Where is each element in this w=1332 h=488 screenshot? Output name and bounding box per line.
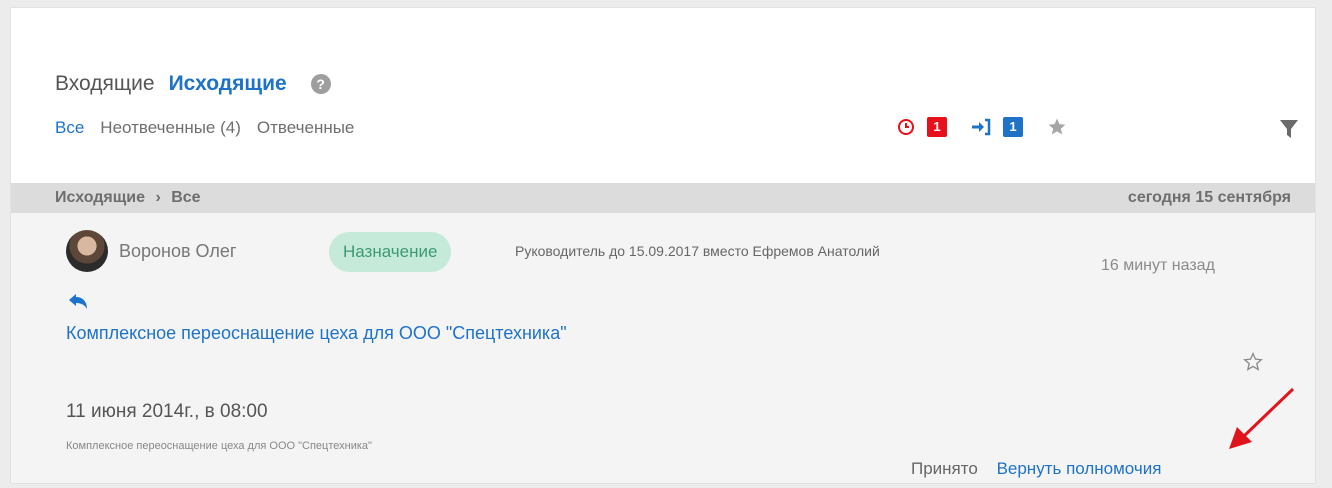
clock-icon[interactable] [897,118,915,136]
revoke-authority-button[interactable]: Вернуть полномочия [997,459,1162,478]
annotation-arrow [1225,387,1297,458]
avatar [66,230,108,272]
message-note: Комплексное переоснащение цеха для ООО "… [66,440,372,452]
breadcrumb-bar: Исходящие › Все сегодня 15 сентября [11,183,1315,213]
breadcrumb: Исходящие › Все [55,189,201,207]
message-description: Руководитель до 15.09.2017 вместо Ефремо… [515,243,880,259]
help-icon[interactable]: ? [310,74,331,94]
indicators: 1 1 [897,117,1067,137]
accepted-button[interactable]: Принято [911,459,978,478]
breadcrumb-section[interactable]: Исходящие [55,189,145,206]
overdue-count-badge: 1 [927,117,947,137]
author-name[interactable]: Воронов Олег [119,241,236,262]
tab-incoming[interactable]: Входящие [55,72,155,96]
star-outline-icon[interactable] [1243,352,1263,377]
sign-in-icon[interactable] [971,118,991,136]
inbox-panel: Входящие Исходящие ? Все Неотвеченные (4… [10,7,1316,484]
message-date: 11 июня 2014г., в 08:00 [66,401,268,422]
filter-links: Все Неотвеченные (4) Отвеченные [55,118,370,138]
message-subject[interactable]: Комплексное переоснащение цеха для ООО "… [66,323,567,344]
message-time: 16 минут назад [1101,257,1215,274]
filter-icon[interactable] [1279,118,1299,145]
mail-tabs: Входящие Исходящие ? [55,72,331,96]
message-actions: Принято Вернуть полномочия [911,459,1161,479]
delegated-count-badge: 1 [1003,117,1023,137]
filter-answered[interactable]: Отвеченные [257,118,355,138]
tab-outgoing[interactable]: Исходящие [169,72,287,96]
reply-icon[interactable] [67,293,89,316]
type-tag: Назначение [329,232,452,272]
message-item[interactable]: Воронов Олег Назначение Руководитель до … [11,213,1315,483]
filter-all[interactable]: Все [55,118,84,138]
date-header: сегодня 15 сентября [1127,189,1291,206]
star-icon[interactable] [1047,117,1067,137]
filter-unanswered[interactable]: Неотвеченные (4) [100,118,241,138]
breadcrumb-current: Все [171,189,201,206]
breadcrumb-separator: › [155,189,161,206]
